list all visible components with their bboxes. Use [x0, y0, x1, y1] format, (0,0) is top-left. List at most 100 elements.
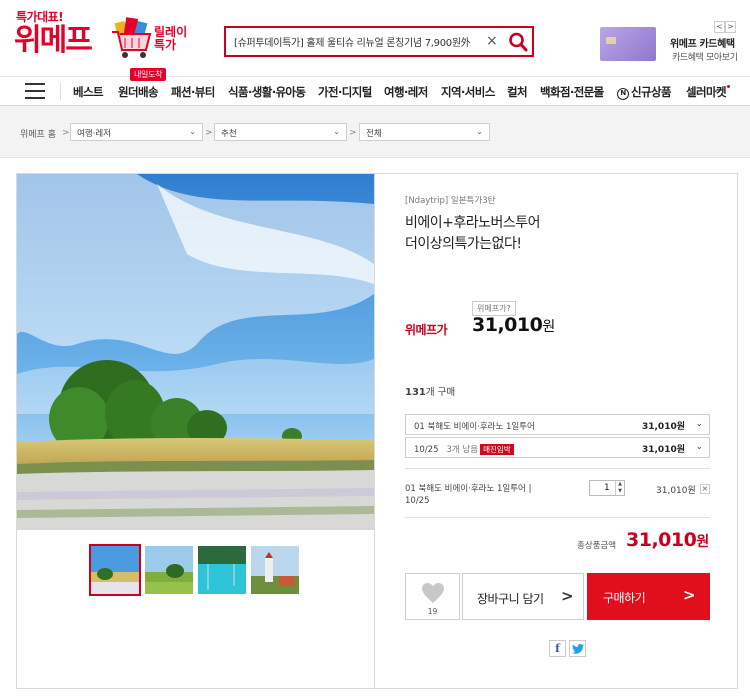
nav-item-department-store[interactable]: 백화점·전문몰 [540, 84, 604, 100]
category-nav: 내일도착 베스트 원더배송 패션·뷰티 식품·생활·유아동 가전·디지털 여행·… [0, 68, 750, 106]
card-benefit-subtitle: 카드혜택 모아보기 [672, 53, 738, 63]
nav-item-local-service[interactable]: 지역·서비스 [441, 84, 495, 100]
nav-item-appliance-digital[interactable]: 가전·디지털 [318, 84, 372, 100]
option-date-label: 10/25 [414, 445, 439, 455]
option-select-tour[interactable]: 01 북해도 비에이·후라노 1일투어 31,010원 ⌄ [405, 414, 710, 435]
quantity-value: 1 [604, 483, 610, 493]
chevron-down-icon: ⌄ [333, 127, 340, 136]
nav-item-travel-leisure[interactable]: 여행·레저 [384, 84, 428, 100]
thumbnail-2[interactable] [145, 546, 193, 594]
quantity-down-icon[interactable]: ▼ [616, 488, 624, 495]
purchase-count-value: 131 [405, 387, 426, 398]
quantity-stepper[interactable]: 1 ▲ ▼ [589, 480, 625, 496]
breadcrumb-category-value: 여행·레저 [77, 129, 111, 139]
chevron-right-icon: > [561, 587, 574, 605]
product-info-panel: [Ndaytrip] 일본특가3탄 비에이+후라노버스투어 더이상의특가는없다!… [375, 174, 737, 688]
selected-option-name: 01 북해도 비에이·후라노 1일투어 | [405, 484, 532, 494]
nav-item-culture[interactable]: 컬처 [507, 84, 528, 100]
nav-item-fashion-beauty[interactable]: 패션·뷰티 [171, 84, 215, 100]
purchase-count: 131개 구매 [405, 384, 455, 398]
chevron-down-icon: ⌄ [695, 419, 703, 429]
total-price: 31,010원 [626, 529, 709, 551]
heart-icon [422, 583, 444, 603]
chevron-down-icon: ⌄ [189, 127, 196, 136]
product-detail: [Ndaytrip] 일본특가3탄 비에이+후라노버스투어 더이상의특가는없다!… [16, 173, 738, 689]
banner-next-button[interactable]: > [725, 21, 736, 33]
add-to-cart-button[interactable]: 장바구니 담기 > [462, 573, 584, 620]
option-stock-count: 3개 남음 [446, 445, 479, 455]
search-icon[interactable] [508, 31, 528, 53]
nav-item-new-products[interactable]: N 신규상품 [617, 84, 672, 100]
facebook-share-icon[interactable]: f [549, 640, 566, 657]
buy-now-button[interactable]: 구매하기 > [587, 573, 710, 620]
option-tour-price: 31,010원 [641, 422, 685, 432]
search-bar: × [224, 26, 534, 57]
relay-deal-text: 릴레이 특가 [154, 26, 187, 52]
nav-divider [60, 83, 61, 100]
breadcrumb: 위메프 홈 > 여행·레저 ⌄ > 추천 ⌄ > 전체 ⌄ [0, 106, 750, 158]
option-tour-label: 01 북해도 비에이·후라노 1일투어 [414, 422, 535, 432]
relay-deal-line2: 특가 [154, 38, 177, 52]
selected-divider-bottom [405, 517, 710, 518]
banner-prev-button[interactable]: < [714, 21, 725, 33]
product-main-image [17, 174, 374, 530]
nav-item-best[interactable]: 베스트 [73, 84, 104, 100]
price-value: 31,010 [472, 314, 543, 336]
chevron-down-icon: ⌄ [476, 127, 483, 136]
total-price-value: 31,010 [626, 529, 697, 551]
thumbnail-1[interactable] [89, 544, 141, 596]
banner-pager: < > [714, 18, 736, 33]
card-benefit-title: 위메프 카드혜택 [670, 39, 735, 50]
wishlist-count: 19 [427, 607, 438, 616]
option-select-date[interactable]: 10/25 3개 남음 매진임박 31,010원 ⌄ [405, 437, 710, 458]
wishlist-button[interactable]: 19 [405, 573, 460, 620]
card-chip-icon [606, 37, 616, 44]
chevron-down-icon: ⌄ [695, 442, 703, 452]
quantity-up-icon[interactable]: ▲ [616, 481, 624, 488]
breadcrumb-separator-icon: > [349, 128, 357, 138]
product-title-line2: 더이상의특가는없다! [405, 236, 522, 252]
product-title: 비에이+후라노버스투어 더이상의특가는없다! [405, 213, 541, 255]
breadcrumb-filter-value: 전체 [366, 129, 382, 139]
chevron-right-icon: > [683, 586, 696, 604]
nav-item-wonder-delivery[interactable]: 원더배송 [118, 84, 159, 100]
site-header: 특가대표! 위메프 릴레이 특가 × 위메프 카드혜택 카드혜택 모 [0, 0, 750, 76]
wemakeprice-logo[interactable]: 특가대표! 위메프 [14, 8, 104, 64]
selected-option: 01 북해도 비에이·후라노 1일투어 | 10/25 [405, 483, 545, 507]
clear-search-icon[interactable]: × [486, 33, 498, 49]
notification-dot [727, 85, 730, 88]
nav-item-new-products-label: 신규상품 [631, 85, 672, 99]
product-title-line1: 비에이+후라노버스투어 [405, 215, 541, 231]
quantity-arrows[interactable]: ▲ ▼ [615, 481, 624, 495]
nav-item-seller-market[interactable]: 셀러마켓 [686, 84, 727, 100]
twitter-share-icon[interactable] [569, 640, 586, 657]
breadcrumb-separator-icon: > [205, 128, 213, 138]
thumbnail-4[interactable] [251, 546, 299, 594]
relay-deal-banner[interactable]: 릴레이 특가 [110, 12, 190, 64]
breadcrumb-select-category[interactable]: 여행·레저 ⌄ [70, 123, 203, 141]
new-icon: N [617, 88, 629, 100]
product-price: 31,010원 [472, 314, 555, 336]
next-day-delivery-badge: 내일도착 [130, 68, 167, 81]
total-price-label: 총상품금액 [577, 541, 617, 551]
remove-option-icon[interactable]: × [700, 484, 710, 494]
purchase-count-suffix: 개 구매 [425, 387, 456, 398]
logo-wordmark: 위메프 [14, 23, 93, 58]
breadcrumb-select-subcategory[interactable]: 추천 ⌄ [214, 123, 347, 141]
product-brand[interactable]: [Ndaytrip] 일본특가3탄 [405, 194, 495, 206]
menu-icon[interactable] [25, 83, 45, 100]
breadcrumb-separator-icon: > [62, 128, 70, 138]
buy-now-label: 구매하기 [603, 591, 646, 605]
breadcrumb-home-link[interactable]: 위메프 홈 [20, 127, 56, 140]
selected-divider [405, 468, 710, 469]
shopping-cart-icon [112, 17, 152, 58]
search-input[interactable] [234, 28, 484, 55]
option-date-price: 31,010원 [641, 445, 685, 455]
breadcrumb-select-filter[interactable]: 전체 ⌄ [359, 123, 490, 141]
thumbnail-3[interactable] [198, 546, 246, 594]
add-to-cart-label: 장바구니 담기 [477, 592, 544, 606]
price-unit: 원 [542, 319, 555, 335]
nav-item-food-living-kids[interactable]: 식품·생활·유아동 [228, 84, 306, 100]
price-label: 위메프가 [405, 323, 448, 337]
credit-card-image [600, 27, 656, 61]
